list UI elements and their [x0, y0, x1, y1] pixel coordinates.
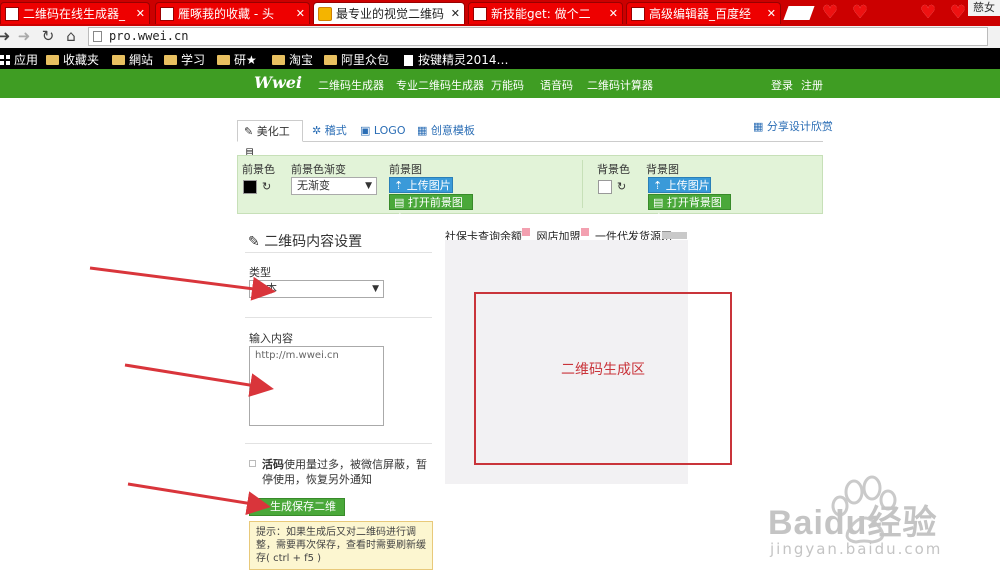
- arrow-to-generate-button: [127, 482, 271, 515]
- watermark-brand: Baidu经验: [768, 504, 938, 542]
- arrow-to-type-select: [89, 266, 276, 301]
- watermark-url: jingyan.baidu.com: [770, 540, 943, 558]
- arrow-to-content-input: [124, 363, 274, 397]
